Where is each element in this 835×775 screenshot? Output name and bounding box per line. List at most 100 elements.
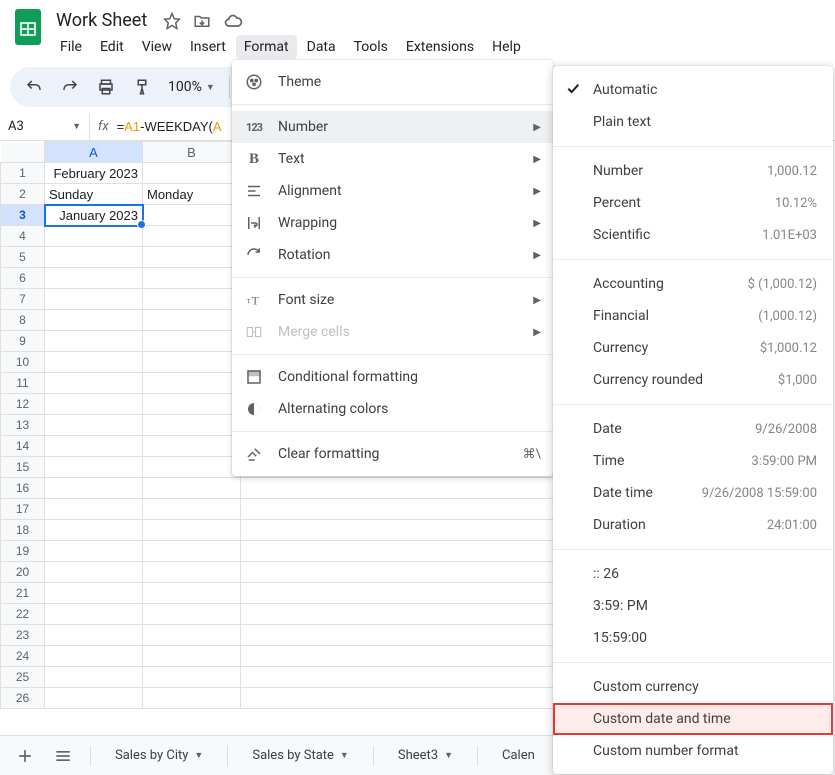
row-header[interactable]: 24: [1, 646, 45, 667]
row-header[interactable]: 12: [1, 394, 45, 415]
row-header[interactable]: 18: [1, 520, 45, 541]
cell[interactable]: [143, 268, 241, 289]
sheet-tab[interactable]: Sales by City▼: [103, 740, 215, 772]
number-format-percent[interactable]: Percent10.12%: [553, 187, 833, 219]
row-header[interactable]: 5: [1, 247, 45, 268]
col-header-a[interactable]: A: [45, 142, 143, 163]
row-header[interactable]: 15: [1, 457, 45, 478]
cell[interactable]: [45, 583, 143, 604]
cloud-status-icon[interactable]: [223, 11, 243, 31]
row-header[interactable]: 21: [1, 583, 45, 604]
number-format-number[interactable]: Number1,000.12: [553, 155, 833, 187]
undo-button[interactable]: [20, 73, 48, 101]
cell[interactable]: [45, 352, 143, 373]
cell[interactable]: [143, 415, 241, 436]
sheet-tab[interactable]: Calen: [490, 740, 547, 772]
number-format-custom-number-format[interactable]: Custom number format: [553, 735, 833, 767]
number-format-3-59-pm[interactable]: 3:59: PM: [553, 590, 833, 622]
zoom-select[interactable]: 100%▼: [164, 79, 219, 95]
number-format-financial[interactable]: Financial(1,000.12): [553, 300, 833, 332]
format-menu-item-alternating-colors[interactable]: Alternating colors: [232, 393, 553, 425]
doc-title[interactable]: Work Sheet: [52, 8, 151, 33]
cell[interactable]: [143, 667, 241, 688]
number-format-scientific[interactable]: Scientific1.01E+03: [553, 219, 833, 251]
col-header-b[interactable]: B: [143, 142, 241, 163]
print-button[interactable]: [92, 73, 120, 101]
cell[interactable]: [143, 310, 241, 331]
cell[interactable]: [45, 415, 143, 436]
row-header[interactable]: 22: [1, 604, 45, 625]
row-header[interactable]: 20: [1, 562, 45, 583]
menu-tools[interactable]: Tools: [346, 35, 396, 59]
number-format-time[interactable]: Time3:59:00 PM: [553, 445, 833, 477]
sheets-logo[interactable]: [12, 8, 44, 46]
format-menu-item-theme[interactable]: Theme: [232, 66, 553, 98]
menu-help[interactable]: Help: [484, 35, 529, 59]
cell[interactable]: Monday: [143, 184, 241, 205]
all-sheets-button[interactable]: [48, 741, 78, 771]
row-header[interactable]: 26: [1, 688, 45, 709]
sheet-tab[interactable]: Sheet3▼: [386, 740, 465, 772]
cell[interactable]: [45, 436, 143, 457]
cell[interactable]: [143, 373, 241, 394]
cell[interactable]: [143, 163, 241, 184]
cell[interactable]: [45, 499, 143, 520]
format-menu-item-conditional-formatting[interactable]: Conditional formatting: [232, 361, 553, 393]
cell[interactable]: [143, 247, 241, 268]
row-header[interactable]: 11: [1, 373, 45, 394]
row-header[interactable]: 13: [1, 415, 45, 436]
cell[interactable]: [45, 688, 143, 709]
cell[interactable]: [143, 478, 241, 499]
add-sheet-button[interactable]: [10, 741, 40, 771]
select-all-corner[interactable]: [1, 142, 45, 163]
cell[interactable]: [45, 226, 143, 247]
cell[interactable]: [143, 289, 241, 310]
number-format-accounting[interactable]: Accounting$ (1,000.12): [553, 268, 833, 300]
row-header[interactable]: 2: [1, 184, 45, 205]
number-format--26[interactable]: :: 26: [553, 558, 833, 590]
number-format-date[interactable]: Date9/26/2008: [553, 413, 833, 445]
cell[interactable]: Sunday: [45, 184, 143, 205]
cell[interactable]: [143, 541, 241, 562]
cell[interactable]: [45, 247, 143, 268]
cell[interactable]: [143, 688, 241, 709]
move-icon[interactable]: [193, 12, 211, 30]
menu-file[interactable]: File: [52, 35, 90, 59]
number-format-currency-rounded[interactable]: Currency rounded$1,000: [553, 364, 833, 396]
number-format-currency[interactable]: Currency$1,000.12: [553, 332, 833, 364]
number-format-duration[interactable]: Duration24:01:00: [553, 509, 833, 541]
format-menu-item-rotation[interactable]: Rotation▶: [232, 239, 553, 271]
cell[interactable]: [45, 646, 143, 667]
row-header[interactable]: 8: [1, 310, 45, 331]
row-header[interactable]: 9: [1, 331, 45, 352]
cell[interactable]: [143, 646, 241, 667]
cell[interactable]: January 2023: [45, 205, 143, 226]
menu-format[interactable]: Format: [236, 35, 297, 59]
formula-bar[interactable]: =A1-WEEKDAY(A: [117, 119, 222, 134]
format-menu-item-clear-formatting[interactable]: Clear formatting⌘\: [232, 438, 553, 470]
cell[interactable]: [45, 331, 143, 352]
name-box[interactable]: A3▼: [0, 113, 90, 140]
menu-edit[interactable]: Edit: [92, 35, 132, 59]
cell[interactable]: [45, 478, 143, 499]
cell[interactable]: [143, 604, 241, 625]
menu-data[interactable]: Data: [299, 35, 344, 59]
number-format-date-time[interactable]: Date time9/26/2008 15:59:00: [553, 477, 833, 509]
number-format-plain-text[interactable]: Plain text: [553, 106, 833, 138]
format-menu-item-text[interactable]: BText▶: [232, 143, 553, 175]
cell[interactable]: February 2023: [45, 163, 143, 184]
cell[interactable]: [143, 205, 241, 226]
row-header[interactable]: 19: [1, 541, 45, 562]
row-header[interactable]: 1: [1, 163, 45, 184]
cell[interactable]: [143, 457, 241, 478]
cell[interactable]: [45, 394, 143, 415]
number-format-custom-date-and-time[interactable]: Custom date and time: [553, 703, 833, 735]
sheet-tab[interactable]: Sales by State▼: [240, 740, 361, 772]
row-header[interactable]: 25: [1, 667, 45, 688]
row-header[interactable]: 10: [1, 352, 45, 373]
paint-format-button[interactable]: [128, 73, 156, 101]
number-format-15-59-00[interactable]: 15:59:00: [553, 622, 833, 654]
cell[interactable]: [143, 352, 241, 373]
cell[interactable]: [143, 331, 241, 352]
cell[interactable]: [143, 499, 241, 520]
